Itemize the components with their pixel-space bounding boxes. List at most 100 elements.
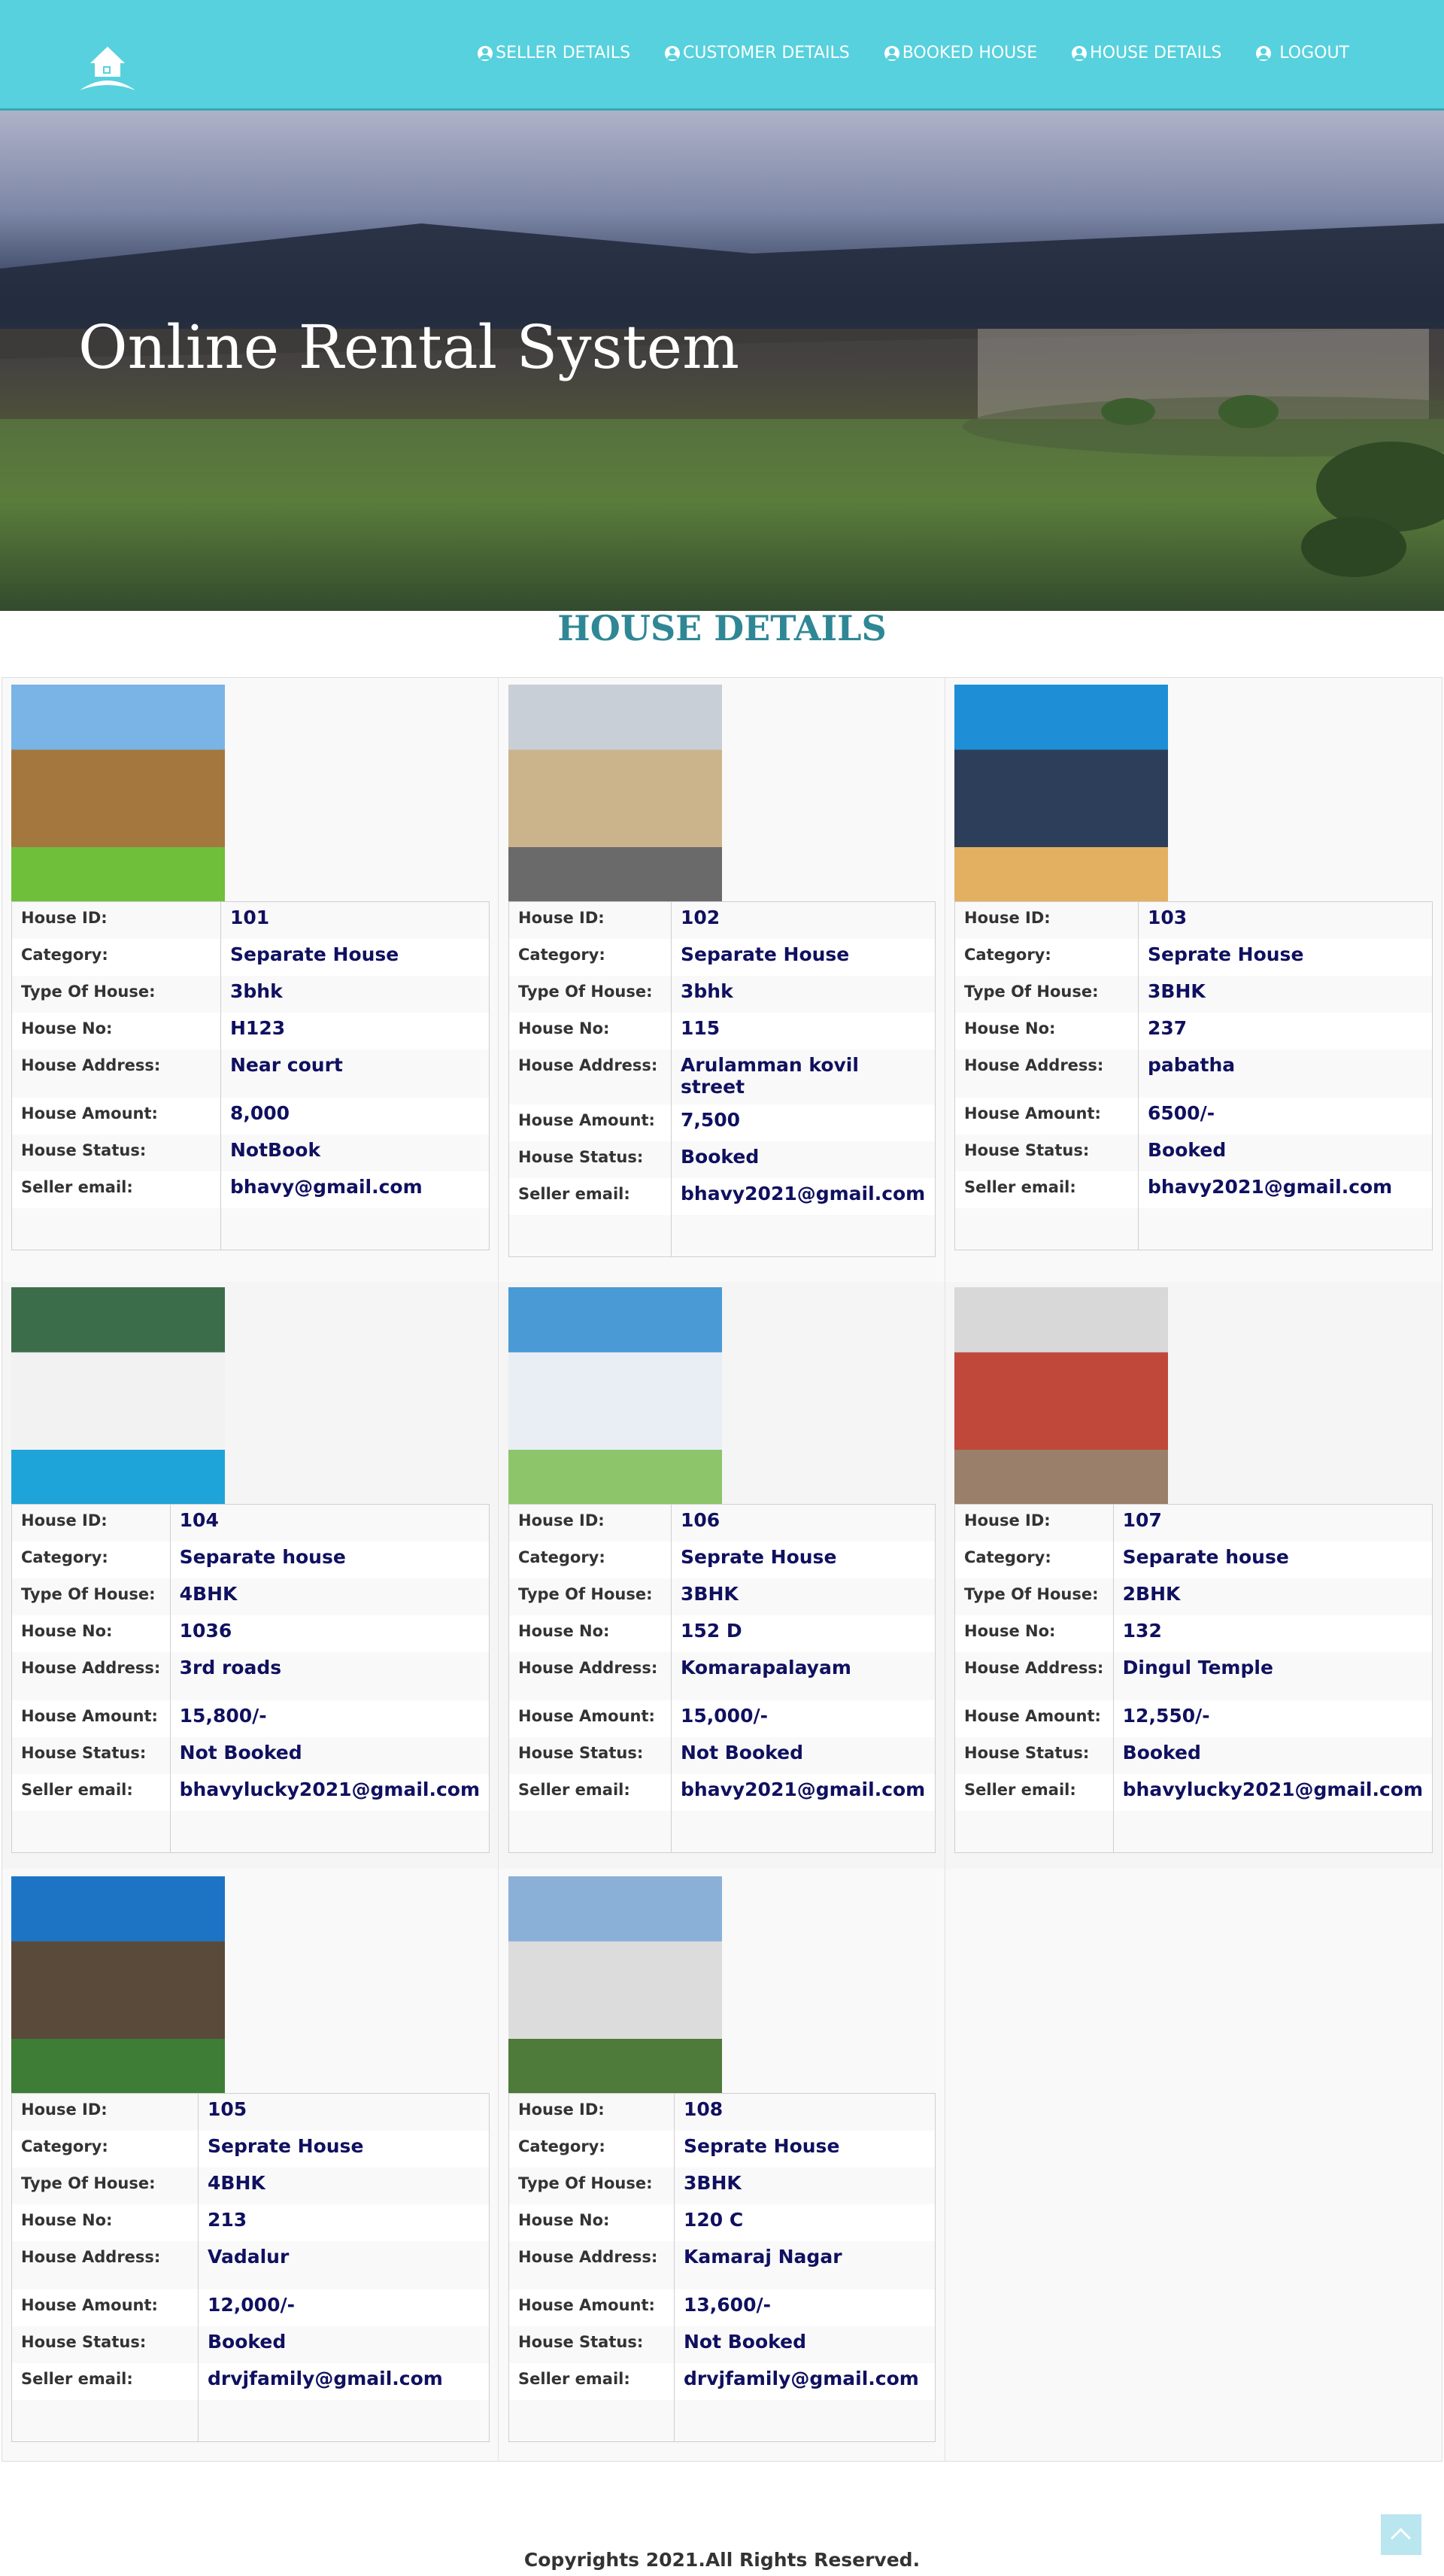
info-row-type: Type Of House: 3BHK bbox=[508, 1578, 936, 1615]
field-label: Type Of House: bbox=[954, 1578, 1114, 1615]
field-value-id: 103 bbox=[1148, 907, 1188, 928]
house-info-table: House ID: 105 Category: Seprate House Type O… bbox=[11, 2093, 490, 2442]
info-row-no: House No: 237 bbox=[954, 1012, 1433, 1050]
field-value-status: Booked bbox=[1148, 1138, 1227, 1161]
info-row-category: Category: Seprate House bbox=[508, 1541, 936, 1578]
info-row-id: House ID: 103 bbox=[954, 901, 1433, 939]
field-label: House Address: bbox=[954, 1049, 1139, 1098]
empty-cell bbox=[221, 1208, 490, 1250]
info-row-email: Seller email: bhavylucky2021@gmail.com bbox=[954, 1773, 1433, 1811]
info-row-status: House Status: Booked bbox=[954, 1736, 1433, 1774]
field-value-category: Separate house bbox=[179, 1545, 346, 1568]
hero-banner: Online Rental System bbox=[0, 111, 1444, 611]
empty-cell bbox=[11, 1208, 221, 1250]
house-image bbox=[11, 1287, 225, 1504]
field-label: House Address: bbox=[508, 2240, 675, 2289]
field-value-type: 4BHK bbox=[179, 1582, 238, 1605]
empty-cell bbox=[954, 1208, 1139, 1250]
scroll-to-top-button[interactable] bbox=[1381, 2514, 1421, 2555]
info-row-empty bbox=[11, 1810, 490, 1853]
field-value-category: Seprate House bbox=[684, 2134, 840, 2157]
info-row-id: House ID: 108 bbox=[508, 2093, 936, 2131]
nav-house-details[interactable]: HOUSE DETAILS bbox=[1072, 44, 1221, 62]
info-row-empty bbox=[508, 2399, 936, 2442]
field-value-category: Separate House bbox=[230, 943, 399, 965]
field-value-id: 107 bbox=[1122, 1509, 1162, 1531]
field-label: Seller email: bbox=[508, 1177, 672, 1215]
home-logo-icon[interactable] bbox=[78, 44, 137, 95]
field-label: House ID: bbox=[508, 1504, 672, 1542]
field-label: House No: bbox=[508, 2204, 675, 2241]
info-row-amount: House Amount: 15,800/- bbox=[11, 1700, 490, 1737]
user-circle-icon bbox=[478, 45, 493, 61]
info-row-id: House ID: 104 bbox=[11, 1504, 490, 1542]
field-label: House Address: bbox=[508, 1651, 672, 1700]
field-value-id: 104 bbox=[179, 1509, 219, 1531]
nav-seller-details[interactable]: SELLER DETAILS bbox=[478, 44, 630, 62]
field-label: House Status: bbox=[11, 2325, 199, 2363]
house-info-table: House ID: 107 Category: Separate house Type … bbox=[954, 1504, 1433, 1853]
user-circle-icon bbox=[1072, 45, 1088, 61]
field-label: Type Of House: bbox=[508, 2167, 675, 2204]
field-value-status: Booked bbox=[1122, 1741, 1201, 1763]
field-value-email: bhavy@gmail.com bbox=[230, 1175, 423, 1198]
field-value-id: 108 bbox=[684, 2098, 724, 2120]
nav-logout[interactable]: LOGOUT bbox=[1256, 44, 1349, 62]
info-row-no: House No: 132 bbox=[954, 1615, 1433, 1652]
field-value-category: Seprate House bbox=[208, 2134, 364, 2157]
field-label: House No: bbox=[508, 1615, 672, 1652]
info-row-empty bbox=[508, 1214, 936, 1257]
field-label: House No: bbox=[11, 2204, 199, 2241]
info-row-category: Category: Separate House bbox=[508, 938, 936, 976]
empty-cell bbox=[672, 1215, 936, 1257]
info-row-status: House Status: Not Booked bbox=[508, 1736, 936, 1774]
info-row-address: House Address: Near court bbox=[11, 1049, 490, 1098]
nav-booked-house[interactable]: BOOKED HOUSE bbox=[884, 44, 1037, 62]
field-value-amount: 12,550/- bbox=[1122, 1704, 1210, 1727]
field-value-no: 115 bbox=[681, 1016, 720, 1039]
info-row-amount: House Amount: 6500/- bbox=[954, 1097, 1433, 1135]
field-value-address: Dingul Temple bbox=[1122, 1656, 1273, 1678]
field-label: House No: bbox=[508, 1012, 672, 1050]
field-label: House Status: bbox=[954, 1134, 1139, 1171]
field-value-email: bhavy2021@gmail.com bbox=[681, 1778, 926, 1800]
field-value-type: 2BHK bbox=[1122, 1582, 1181, 1605]
field-value-email: bhavy2021@gmail.com bbox=[1148, 1175, 1393, 1198]
info-row-email: Seller email: drvjfamily@gmail.com bbox=[508, 2362, 936, 2400]
empty-cell bbox=[672, 1811, 936, 1853]
nav-links: SELLER DETAILS CUSTOMER DETAILS BOOKED H… bbox=[478, 44, 1349, 62]
field-label: Category: bbox=[954, 1541, 1114, 1578]
info-row-category: Category: Seprate House bbox=[508, 2130, 936, 2167]
info-row-category: Category: Seprate House bbox=[954, 938, 1433, 976]
field-value-address: Near court bbox=[230, 1053, 343, 1076]
info-row-id: House ID: 107 bbox=[954, 1504, 1433, 1542]
info-row-address: House Address: Arulamman kovil street bbox=[508, 1049, 936, 1104]
info-row-address: House Address: 3rd roads bbox=[11, 1651, 490, 1700]
house-image bbox=[508, 685, 722, 901]
field-value-type: 3BHK bbox=[684, 2171, 742, 2194]
info-row-type: Type Of House: 3bhk bbox=[11, 975, 490, 1013]
user-circle-icon bbox=[884, 45, 899, 61]
field-value-address: Kamaraj Nagar bbox=[684, 2245, 842, 2268]
info-row-type: Type Of House: 4BHK bbox=[11, 1578, 490, 1615]
info-row-no: House No: 152 D bbox=[508, 1615, 936, 1652]
info-row-empty bbox=[11, 1208, 490, 1250]
field-value-no: H123 bbox=[230, 1016, 286, 1039]
field-label: House Status: bbox=[11, 1736, 171, 1774]
field-value-type: 3BHK bbox=[1148, 980, 1206, 1002]
field-value-email: bhavylucky2021@gmail.com bbox=[179, 1778, 480, 1800]
info-row-no: House No: 115 bbox=[508, 1012, 936, 1050]
field-label: House Amount: bbox=[11, 1097, 221, 1135]
nav-customer-details[interactable]: CUSTOMER DETAILS bbox=[665, 44, 850, 62]
info-row-id: House ID: 102 bbox=[508, 901, 936, 939]
info-row-amount: House Amount: 7,500 bbox=[508, 1104, 936, 1141]
house-info-table: House ID: 104 Category: Separate house Type … bbox=[11, 1504, 490, 1853]
field-label: Seller email: bbox=[508, 2362, 675, 2400]
field-label: House Amount: bbox=[954, 1700, 1114, 1737]
field-label: House Address: bbox=[11, 2240, 199, 2289]
house-image bbox=[11, 685, 225, 901]
empty-cell bbox=[11, 1810, 171, 1853]
empty-cell bbox=[11, 2399, 199, 2442]
field-label: Type Of House: bbox=[954, 975, 1139, 1013]
field-value-no: 237 bbox=[1148, 1016, 1188, 1039]
